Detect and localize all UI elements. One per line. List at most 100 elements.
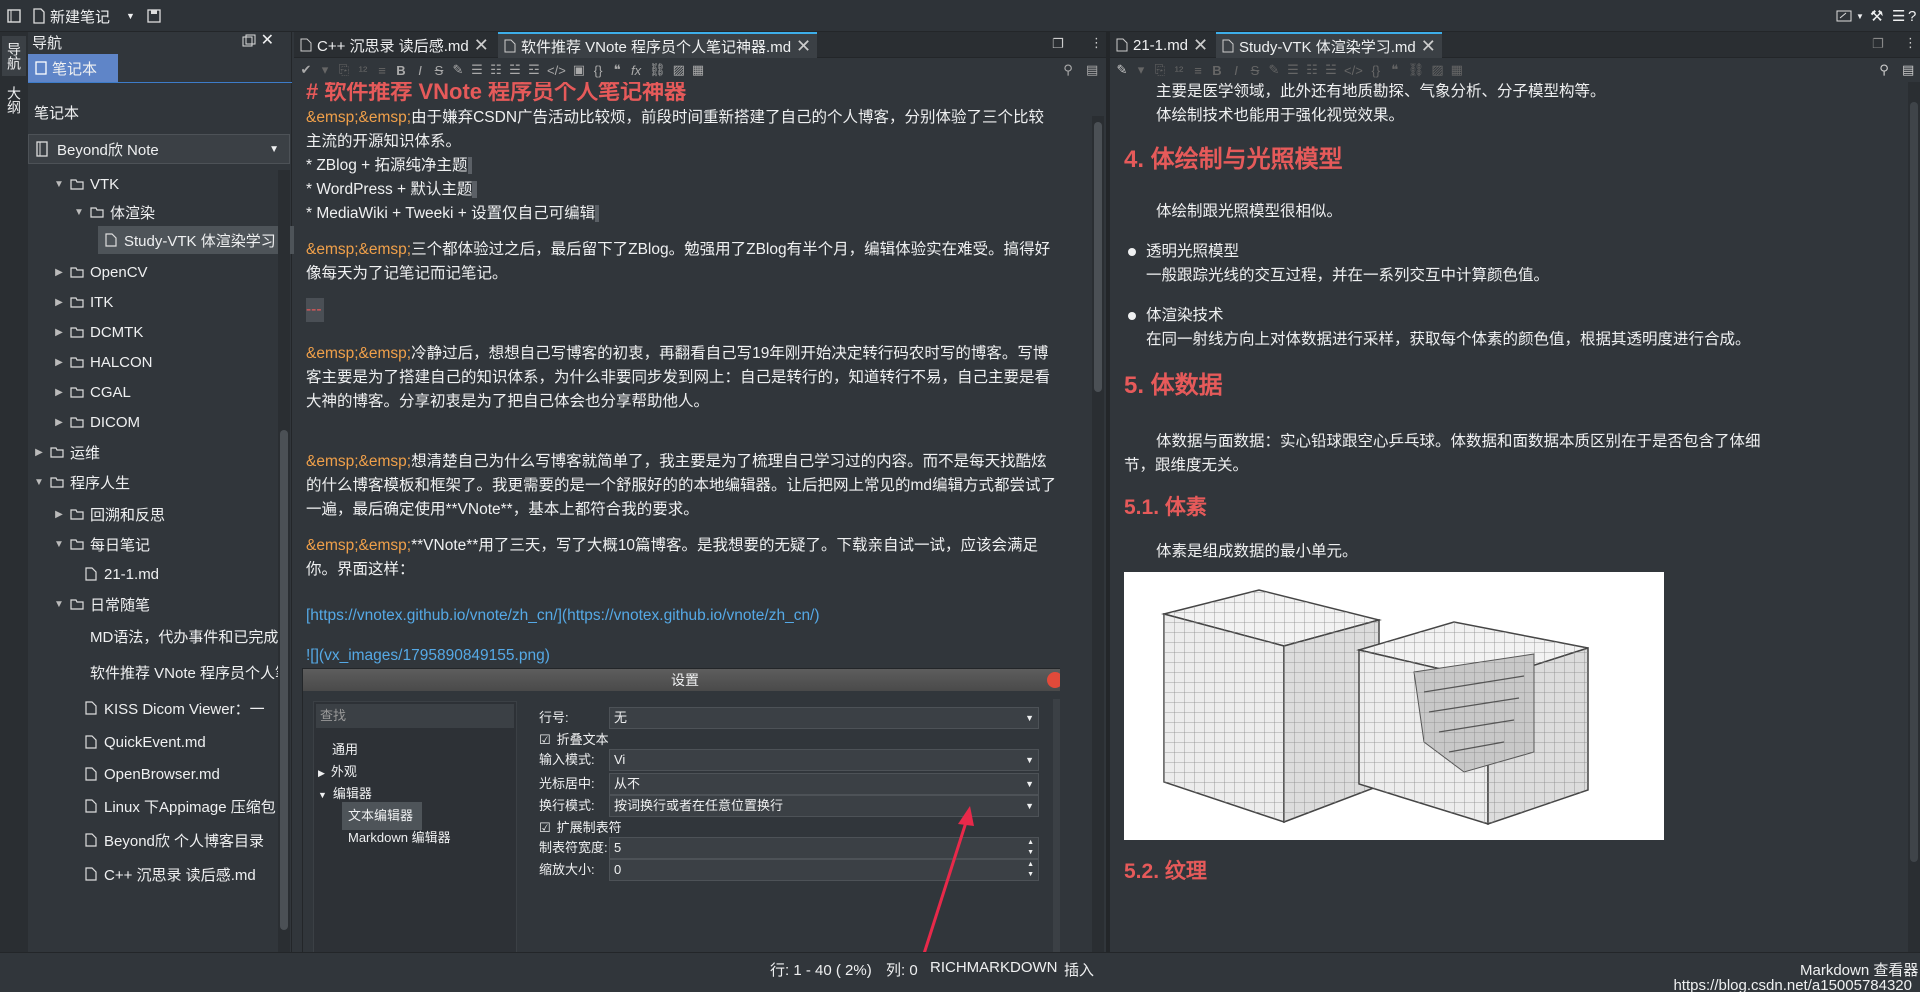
tab-21-1[interactable]: 21-1.md ✕ <box>1110 32 1214 58</box>
tree-folder[interactable]: ▶ 运维 <box>28 438 278 466</box>
md-link[interactable]: [https://vnotex.github.io/vnote/zh_cn/](… <box>306 604 1058 628</box>
chevron-down-icon[interactable]: ▼ <box>34 477 44 488</box>
tree-folder[interactable]: ▶ CGAL <box>28 378 278 406</box>
tree-note[interactable]: C++ 沉思录 读后感.md <box>28 860 278 888</box>
edit-mode-icon[interactable]: ❐ <box>1872 36 1884 52</box>
tree-folder[interactable]: ▼ 每日笔记 <box>28 530 278 558</box>
scroll-thumb[interactable] <box>1910 102 1918 862</box>
chevron-right-icon[interactable]: ▶ <box>54 267 64 278</box>
search-icon[interactable]: ⚲ <box>1062 62 1074 78</box>
edit-icon[interactable]: ✎ <box>1116 62 1128 78</box>
quote-icon[interactable]: ❝ <box>611 62 623 78</box>
search-icon[interactable]: ⚲ <box>1878 62 1890 78</box>
chevron-right-icon[interactable]: ▶ <box>54 509 64 520</box>
expand-view-icon[interactable]: ▼ <box>1836 6 1864 26</box>
strikethrough-icon[interactable]: S <box>433 63 445 78</box>
code-braces-icon[interactable]: {} <box>592 63 604 78</box>
close-tab-icon[interactable]: ✕ <box>474 35 489 56</box>
tree-note[interactable]: Beyond欣 个人博客目录 <box>28 826 278 854</box>
md-hr: --- <box>306 298 324 322</box>
tree-note[interactable]: Linux 下Appimage 压缩包 <box>28 792 278 820</box>
tree-folder[interactable]: ▼ VTK <box>28 170 278 198</box>
tab-label: 软件推荐 VNote 程序员个人笔记神器.md <box>521 38 792 56</box>
scroll-thumb[interactable] <box>1094 122 1102 392</box>
md-image-link[interactable]: ![](vx_images/1795890849155.png) <box>306 644 1058 668</box>
menu-icon[interactable]: ☰ <box>1892 6 1905 26</box>
chevron-down-icon[interactable]: ▼ <box>54 599 64 610</box>
tree-note[interactable]: 21-1.md <box>28 560 278 588</box>
left-editor-scrollbar[interactable] <box>1092 116 1104 952</box>
tab-vnote-article[interactable]: 软件推荐 VNote 程序员个人笔记神器.md ✕ <box>498 32 818 58</box>
tree-folder[interactable]: ▶ HALCON <box>28 348 278 376</box>
bullet-list-icon[interactable]: ☰ <box>471 62 483 78</box>
tree-folder[interactable]: ▼ 体渲染 <box>28 198 278 226</box>
bullet-dot <box>1128 312 1136 320</box>
code-block-icon[interactable]: ▣ <box>573 62 585 78</box>
read-mode-icon[interactable]: ❐ <box>1052 36 1064 52</box>
more-options-icon[interactable]: ⋮ <box>1090 35 1103 51</box>
list-view-icon[interactable]: ▤ <box>1086 62 1098 78</box>
format-toolbar-disabled: ✎ ▾ ⎘ ¹² ≡ B I S ✎ ☰ ☷ ☱ </> {} ❝ ⛓ ▨ ▦ ⚲… <box>1110 58 1920 82</box>
math-icon[interactable]: fx <box>630 63 642 78</box>
list-view-icon[interactable]: ▤ <box>1902 62 1914 78</box>
chevron-right-icon[interactable]: ▶ <box>54 417 64 428</box>
tree-note[interactable]: 软件推荐 VNote 程序员个人笔记神器 <box>28 658 278 686</box>
attachment-icon[interactable]: ⎘ <box>338 62 350 78</box>
tree-folder[interactable]: ▶ DCMTK <box>28 318 278 346</box>
inline-code-icon[interactable]: </> <box>547 63 566 78</box>
chevron-right-icon[interactable]: ▶ <box>54 327 64 338</box>
bold-icon[interactable]: B <box>395 63 407 78</box>
nav-vertical-scrollbar[interactable] <box>278 170 290 974</box>
more-options-icon[interactable]: ⋮ <box>1904 35 1917 51</box>
tree-note[interactable]: OpenBrowser.md <box>28 760 278 788</box>
checked-list-icon[interactable]: ☲ <box>528 62 540 78</box>
float-panel-icon[interactable] <box>242 32 256 49</box>
close-tab-icon[interactable]: ✕ <box>796 36 811 57</box>
chevron-right-icon[interactable]: ▶ <box>34 447 44 458</box>
tree-folder[interactable]: ▼ 日常随笔 <box>28 590 278 618</box>
notebook-menu-icon[interactable] <box>6 6 22 26</box>
tree-note[interactable]: KISS Dicom Viewer：一 <box>28 694 278 722</box>
preview-heading-2: 4. 体绘制与光照模型 <box>1124 146 1343 173</box>
tree-folder[interactable]: ▼ 程序人生 <box>28 468 278 496</box>
image-icon[interactable]: ▨ <box>673 62 685 78</box>
todo-list-icon[interactable]: ☱ <box>509 62 521 78</box>
close-tab-icon[interactable]: ✕ <box>1421 36 1436 57</box>
settings-tools-icon[interactable]: ⚒ <box>1870 6 1883 26</box>
new-note-dropdown-icon[interactable]: ▼ <box>126 11 135 21</box>
save-edit-icon[interactable]: ✔ <box>300 62 312 78</box>
tree-note[interactable]: MD语法，代办事件和已完成 <box>28 622 278 650</box>
notebook-selector[interactable]: Beyond欣 Note ▼ <box>28 134 290 164</box>
tab-cpp-notes[interactable]: C++ 沉思录 读后感.md ✕ <box>294 32 495 58</box>
tree-folder[interactable]: ▶ ITK <box>28 288 278 316</box>
notebook-tab[interactable]: 笔记本 <box>28 54 118 82</box>
close-tab-icon[interactable]: ✕ <box>1193 35 1208 56</box>
chevron-down-icon[interactable]: ▼ <box>54 539 64 550</box>
dock-tab-nav[interactable]: 导航 <box>2 36 26 76</box>
highlight-icon[interactable]: ✎ <box>452 62 464 78</box>
link-icon[interactable]: ⛓ <box>649 62 666 78</box>
right-preview-scrollbar[interactable] <box>1908 82 1920 952</box>
heading-icon[interactable]: ¹² <box>357 63 369 78</box>
chevron-right-icon[interactable]: ▶ <box>54 297 64 308</box>
tab-study-vtk[interactable]: Study-VTK 体渲染学习.md ✕ <box>1216 32 1442 58</box>
chevron-right-icon[interactable]: ▶ <box>54 357 64 368</box>
chevron-down-icon[interactable]: ▼ <box>74 207 84 218</box>
numbered-list-icon[interactable]: ☷ <box>490 62 502 78</box>
chevron-right-icon[interactable]: ▶ <box>54 387 64 398</box>
heading-menu-icon[interactable]: ≡ <box>376 63 388 78</box>
help-icon[interactable]: ? <box>1908 6 1916 26</box>
new-note-button[interactable]: 新建笔记 ▼ <box>32 6 135 26</box>
dock-tab-outline[interactable]: 大纲 <box>2 80 26 120</box>
table-icon[interactable]: ▦ <box>692 62 704 78</box>
save-icon[interactable] <box>146 6 162 26</box>
scroll-thumb[interactable] <box>280 430 288 930</box>
tree-note[interactable]: QuickEvent.md <box>28 728 278 756</box>
tree-folder[interactable]: ▶ 回溯和反思 <box>28 500 278 528</box>
chevron-down-icon[interactable]: ▼ <box>54 179 64 190</box>
tree-folder[interactable]: ▶ OpenCV <box>28 258 278 286</box>
tree-folder[interactable]: ▶ DICOM <box>28 408 278 436</box>
tree-item-label: 程序人生 <box>70 474 131 492</box>
close-panel-icon[interactable]: ✕ <box>261 30 274 50</box>
italic-icon[interactable]: I <box>414 63 426 78</box>
